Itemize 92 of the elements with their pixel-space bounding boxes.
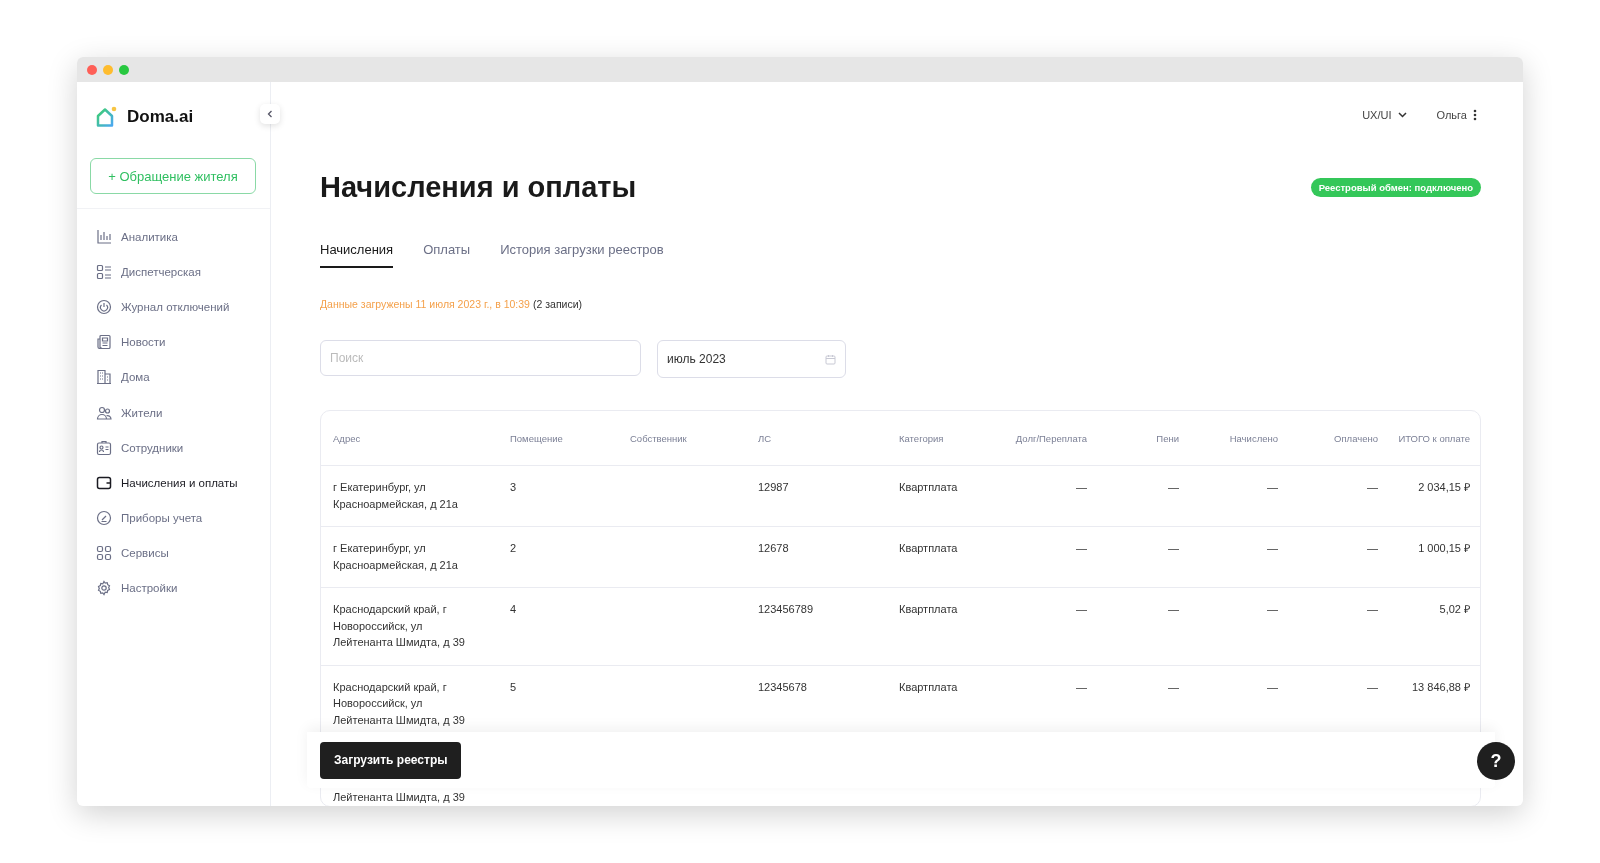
tab[interactable]: Начисления <box>320 242 394 268</box>
table-cell-text: 1 000,15 ₽ <box>1417 541 1470 556</box>
nav-item[interactable]: Жители <box>77 394 270 431</box>
table-cell-text: — <box>1075 679 1087 695</box>
page-title: Начисления и оплаты <box>320 171 637 204</box>
column-header: Помещение <box>510 432 564 444</box>
table-cell-text: Квартплата <box>899 602 959 617</box>
nav-item[interactable]: Аналитика <box>77 219 270 255</box>
table-cell-text: — <box>1266 602 1278 617</box>
column-header: Категория <box>899 432 945 444</box>
building-icon <box>96 369 112 386</box>
nav-item[interactable]: Начисления и оплаты <box>77 465 270 501</box>
search-field[interactable]: Поиск <box>320 340 641 376</box>
wallet-icon <box>96 474 112 491</box>
nav-item[interactable]: Настройки <box>77 570 270 607</box>
collapse-sidebar-button[interactable] <box>260 104 280 124</box>
column-header: Собственник <box>630 432 688 444</box>
tab[interactable]: Оплаты <box>423 242 471 268</box>
column-header: Долг/Переплата <box>1014 432 1087 444</box>
chevron-left-icon <box>266 110 274 118</box>
table-cell-text: — <box>1167 602 1179 617</box>
table-cell-text: — <box>1075 541 1087 556</box>
nav-item[interactable]: Сотрудники <box>77 430 270 466</box>
nav-item[interactable]: Новости <box>77 324 270 360</box>
workspace-dropdown[interactable]: UX/UI <box>1362 109 1407 121</box>
id-badge-icon <box>96 439 112 456</box>
table-cell-text: 12345678 <box>758 679 808 695</box>
table-cell-text: — <box>1266 541 1278 556</box>
calendar-icon <box>825 353 836 365</box>
user-name[interactable]: Ольга <box>1436 109 1467 121</box>
table-cell-text: г Екатеринбург, ул Красноармейская, д 21а <box>333 480 459 512</box>
power-icon <box>96 298 112 315</box>
table-cell-text: — <box>1075 480 1087 495</box>
table-cell-text: 3 <box>510 480 518 495</box>
table-cell-text: Краснодарский край, г Новороссийск, ул Лейтенанта Шмидта, д 39 <box>333 602 466 650</box>
squares-icon <box>96 545 112 562</box>
table-cell-text: Краснодарский край, г Новороссийск, ул Лейтенанта Шмидта, д 39 <box>333 679 466 728</box>
tab[interactable]: История загрузки реестров <box>500 242 664 268</box>
table-cell-text: — <box>1266 480 1278 495</box>
table-cell-text: 12678 <box>758 541 790 556</box>
column-header: ИТОГО к оплате <box>1397 432 1470 444</box>
grid-list-icon <box>96 263 112 280</box>
table-cell-text: г Екатеринбург, ул Красноармейская, д 21а <box>333 541 459 573</box>
month-picker[interactable]: июль 2023 <box>657 340 846 378</box>
table-cell-text: Лейтенанта Шмидта, д 39 <box>333 790 466 805</box>
table-cell-text: Квартплата <box>899 541 959 556</box>
table-cell-text: — <box>1366 679 1378 695</box>
column-header: Начислено <box>1228 432 1278 444</box>
status-badge: Реестровый обмен: подключено <box>1310 178 1481 197</box>
table-cell-text: 5,02 ₽ <box>1438 602 1470 617</box>
column-header: Пени <box>1155 432 1179 444</box>
chevron-down-icon <box>1397 112 1407 118</box>
gauge-icon <box>96 510 112 527</box>
nav-item[interactable]: Сервисы <box>77 535 270 571</box>
window-close-button[interactable] <box>87 64 97 75</box>
house-logo-icon <box>95 106 117 128</box>
logo-text: Doma.ai <box>127 107 194 127</box>
nav-item[interactable]: Приборы учета <box>77 500 270 536</box>
people-icon <box>96 404 112 421</box>
table-cell-text: — <box>1366 480 1378 495</box>
table-cell-text: Квартплата <box>899 679 959 695</box>
newspaper-icon <box>96 334 112 351</box>
table-cell-text: — <box>1167 480 1179 495</box>
record-count: (2 записи) <box>532 298 583 310</box>
column-header: Оплачено <box>1333 432 1378 444</box>
table-cell-text: 4 <box>510 602 518 617</box>
nav-item[interactable]: Диспетчерская <box>77 254 270 290</box>
nav-item[interactable]: Журнал отключений <box>77 289 270 325</box>
table-cell-text: 5 <box>510 679 518 695</box>
table-cell-text: Квартплата <box>899 480 959 495</box>
more-icon[interactable] <box>1473 109 1477 121</box>
table-cell-text: — <box>1366 541 1378 556</box>
table-cell-text: — <box>1075 602 1087 617</box>
table-cell-text: — <box>1167 541 1179 556</box>
table-cell-text: 2 <box>510 541 518 556</box>
settings-icon <box>96 580 112 597</box>
table-cell-text: 123456789 <box>758 602 815 617</box>
table-cell-text: — <box>1266 679 1278 695</box>
table-cell-text: — <box>1366 602 1378 617</box>
upload-date-text: Данные загружены 11 июля 2023 г., в 10:39 <box>320 298 530 310</box>
help-button[interactable]: ? <box>1477 742 1515 780</box>
nav-item[interactable]: Дома <box>77 359 270 395</box>
column-header: Адрес <box>333 432 362 444</box>
table-cell-text: — <box>1167 679 1179 695</box>
table-cell-text: 13 846,88 ₽ <box>1411 679 1470 695</box>
column-header: ЛС <box>758 432 773 444</box>
bar-chart-icon <box>96 228 112 245</box>
window-maximize-button[interactable] <box>119 64 129 75</box>
table-cell-text: 12987 <box>758 480 790 495</box>
window-minimize-button[interactable] <box>103 64 113 75</box>
upload-registries-button[interactable]: Загрузить реестры <box>320 741 462 779</box>
table-cell-text: 2 034,15 ₽ <box>1417 480 1470 495</box>
